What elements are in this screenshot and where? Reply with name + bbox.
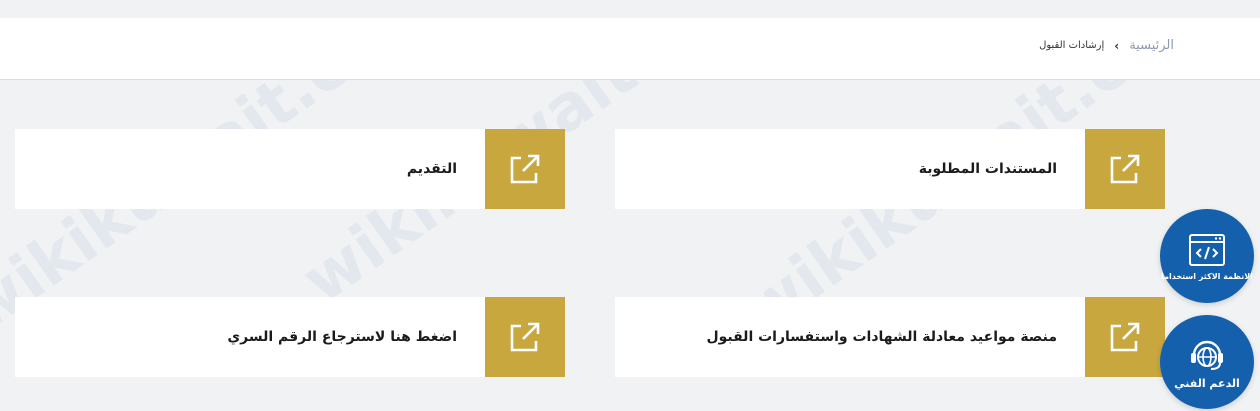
card-equivalency-platform[interactable]: منصة مواعيد معادلة الشهادات واستفسارات ا… [615,297,1165,377]
card-label: منصة مواعيد معادلة الشهادات واستفسارات ا… [706,329,1057,345]
external-link-icon [510,322,540,352]
external-link-icon [1110,154,1140,184]
external-link-icon [510,154,540,184]
breadcrumb-home-link[interactable]: الرئيسية [1129,38,1174,53]
technical-support-label: الدعم الفني [1174,376,1240,390]
top-band [0,0,1260,18]
card-icon-tile [485,297,565,377]
card-label: المستندات المطلوبة [918,161,1057,177]
card-label: التقديم [406,161,457,177]
external-link-icon [1110,322,1140,352]
code-window-icon [1189,233,1225,266]
headset-globe-icon [1191,340,1223,370]
card-icon-tile [485,129,565,209]
card-required-documents[interactable]: المستندات المطلوبة [615,129,1165,209]
technical-support-button[interactable]: الدعم الفني [1160,315,1254,409]
breadcrumb-current: إرشادات القبول [1039,40,1105,51]
card-label: اضغط هنا لاسترجاع الرقم السري [227,329,457,345]
most-used-systems-button[interactable]: الانظمة الاكثر استخداما [1160,209,1254,303]
card-icon-tile [1085,129,1165,209]
breadcrumb-bar: الرئيسية › إرشادات القبول [0,18,1260,80]
card-apply[interactable]: التقديم [15,129,565,209]
card-recover-password[interactable]: اضغط هنا لاسترجاع الرقم السري [15,297,565,377]
most-used-systems-label: الانظمة الاكثر استخداما [1161,271,1253,281]
breadcrumb-separator: › [1114,38,1120,53]
breadcrumb: الرئيسية › إرشادات القبول [1039,38,1174,53]
card-icon-tile [1085,297,1165,377]
